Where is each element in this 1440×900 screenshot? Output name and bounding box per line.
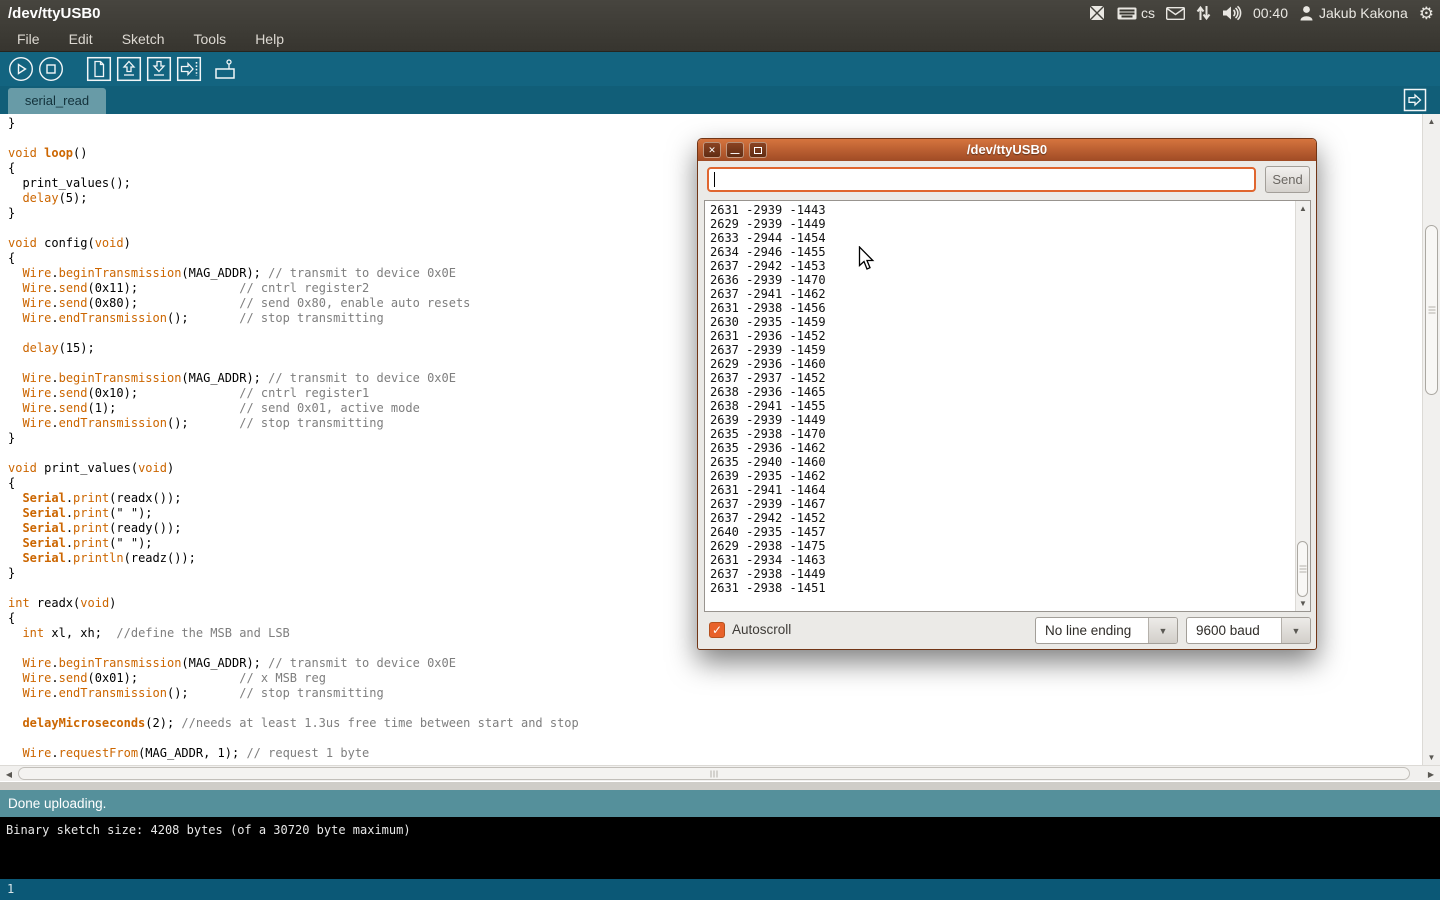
ide-toolbar [0,52,1440,86]
thumb-grip [1428,305,1435,316]
serial-output: 2631 -2939 -1443 2629 -2939 -1449 2633 -… [710,203,826,595]
new-sketch-button[interactable] [84,54,114,84]
user-icon [1299,5,1314,21]
verify-icon [8,56,34,82]
save-icon [146,56,172,82]
line-ending-value: No line ending [1045,618,1131,643]
arrow-right-icon [1403,88,1427,112]
build-console: Binary sketch size: 4208 bytes (of a 307… [0,817,1440,879]
username-label[interactable]: Jakub Kakona [1319,5,1408,21]
autoscroll-label: Autoscroll [732,622,791,637]
keyboard-layout-icon[interactable] [1117,7,1137,20]
open-icon [116,56,142,82]
dropdown-arrow-icon[interactable]: ▼ [1281,618,1310,643]
stop-button[interactable] [36,54,66,84]
line-number-strip: 1 [0,879,1440,900]
editor-scrollbar-thumb[interactable] [1425,225,1438,395]
divider [0,782,1440,790]
indicator-icon[interactable] [1088,4,1106,22]
top-panel: /dev/ttyUSB0 cs [0,0,1440,52]
mail-icon[interactable] [1166,7,1185,20]
new-sketch-icon [86,56,112,82]
editor-hscrollbar-thumb[interactable] [18,767,1410,780]
scroll-left-icon[interactable]: ◀ [4,770,14,779]
check-icon: ✓ [712,624,722,636]
editor-vertical-scrollbar[interactable]: ▲ ▼ [1422,114,1440,765]
scroll-down-icon[interactable]: ▼ [1296,599,1310,608]
menu-file[interactable]: File [12,29,45,49]
stop-icon [38,56,64,82]
session-gear-icon[interactable]: ⚙ [1419,5,1434,22]
serial-input[interactable] [707,167,1256,192]
baud-rate-value: 9600 baud [1196,618,1260,643]
menu-edit[interactable]: Edit [64,29,98,49]
serial-monitor-icon [211,56,239,82]
serial-monitor-titlebar[interactable]: ✕ — /dev/ttyUSB0 [698,139,1316,161]
upload-button[interactable] [174,54,204,84]
scroll-right-icon[interactable]: ▶ [1426,770,1436,779]
system-tray: cs 00:40 Jakub Kak [1088,0,1434,26]
tab-serial-read[interactable]: serial_read [8,88,106,114]
line-ending-dropdown[interactable]: No line ending ▼ [1035,617,1178,644]
serial-monitor-footer: ✓ Autoscroll No line ending ▼ 9600 baud … [698,612,1316,651]
scroll-up-icon[interactable]: ▲ [1296,204,1310,213]
upload-icon [176,56,202,82]
menu-help[interactable]: Help [250,29,289,49]
save-button[interactable] [144,54,174,84]
serial-output-area[interactable]: 2631 -2939 -1443 2629 -2939 -1449 2633 -… [704,200,1311,612]
menu-bar: File Edit Sketch Tools Help [0,26,289,52]
text-caret [714,172,715,187]
menu-tools[interactable]: Tools [189,29,232,49]
menu-sketch[interactable]: Sketch [117,29,170,49]
code-lines: } void loop(){ print_values(); delay(5);… [8,116,579,761]
editor-horizontal-scrollbar[interactable]: ◀ ▶ [0,765,1440,781]
serial-monitor-window: ✕ — /dev/ttyUSB0 Send 2631 -2939 -1443 2… [697,138,1317,650]
scroll-up-icon[interactable]: ▲ [1423,117,1440,126]
keyboard-layout-label[interactable]: cs [1141,5,1155,21]
dropdown-arrow-icon[interactable]: ▼ [1148,618,1177,643]
window-title: /dev/ttyUSB0 [8,3,101,25]
open-button[interactable] [114,54,144,84]
clock[interactable]: 00:40 [1253,5,1288,21]
autoscroll-checkbox[interactable]: ✓ [709,622,725,638]
serial-monitor-title: /dev/ttyUSB0 [698,139,1316,161]
tab-bar: serial_read [0,86,1440,114]
network-sync-icon[interactable] [1196,5,1211,21]
volume-icon[interactable] [1222,5,1242,21]
tab-menu-button[interactable] [1402,88,1428,112]
serial-scrollbar-thumb[interactable] [1297,541,1308,597]
thumb-grip [1299,564,1306,575]
baud-rate-dropdown[interactable]: 9600 baud ▼ [1186,617,1311,644]
scroll-down-icon[interactable]: ▼ [1423,753,1440,762]
desktop: /dev/ttyUSB0 cs [0,0,1440,900]
verify-button[interactable] [6,54,36,84]
status-bar: Done uploading. [0,790,1440,817]
thumb-grip [711,770,718,777]
serial-scrollbar[interactable]: ▲ ▼ [1295,201,1310,611]
send-button[interactable]: Send [1265,166,1310,193]
serial-monitor-button[interactable] [210,54,240,84]
